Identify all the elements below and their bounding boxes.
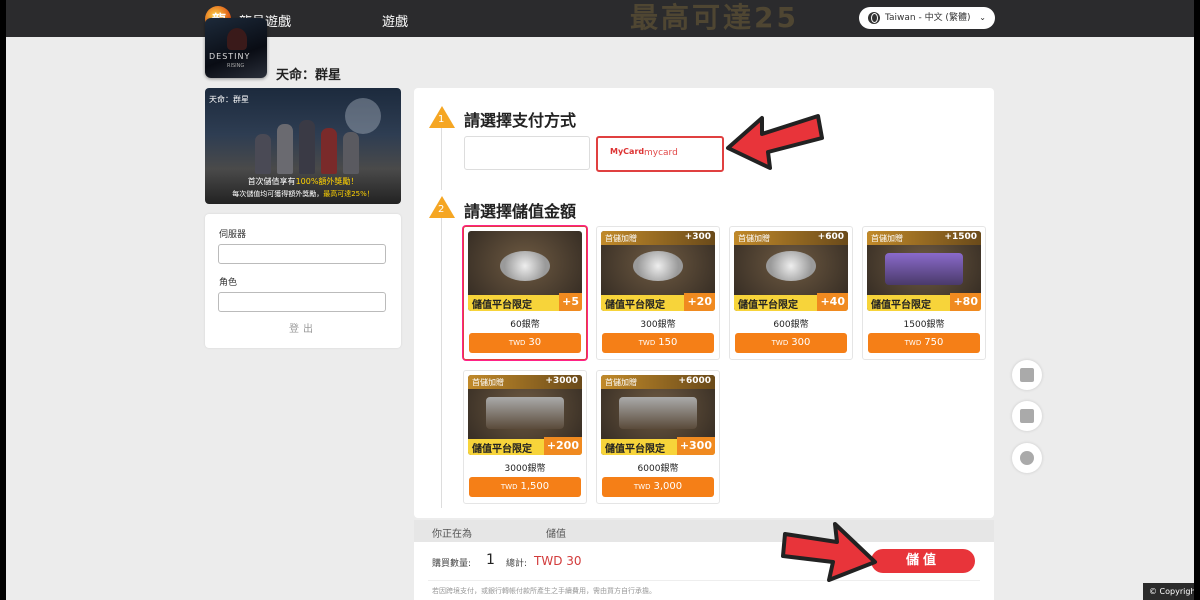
pointer-arrow-icon <box>726 114 824 170</box>
package-name: 60銀幣 <box>510 320 540 330</box>
package-name: 300銀幣 <box>640 320 676 330</box>
package-image: 首儲加贈 +3000 儲值平台限定 +200 <box>468 375 582 455</box>
pointer-arrow-icon <box>781 522 877 582</box>
purchase-panel: 1 請選擇支付方式 MyCard mycard 2 請選擇儲值金額 儲值平台限定… <box>414 88 994 518</box>
banner-line-1: 首次儲值享有100%額外獎勵！ <box>247 177 359 186</box>
banner-line-2: 每次儲值均可獲得額外獎勵，最高可達25%！ <box>232 190 374 198</box>
page: 最高可達25 龍 龍邑遊戲 遊戲 Taiwan - 中文 (繁體) ⌄ DEST… <box>6 0 1194 600</box>
game-icon: DESTINY RISING <box>205 18 267 78</box>
logout-button[interactable]: 登出 <box>205 320 401 335</box>
package-price-button[interactable]: TWD 1,500 <box>469 477 581 497</box>
package-image: 首儲加贈 +1500 儲值平台限定 +80 <box>867 231 981 311</box>
top-navigation-bar: 最高可達25 龍 龍邑遊戲 遊戲 Taiwan - 中文 (繁體) ⌄ <box>6 0 1194 37</box>
platform-bonus-strip: 儲值平台限定 +5 <box>468 293 582 311</box>
banner-background-text: 最高可達25 <box>630 1 799 34</box>
submit-button[interactable]: 儲值 <box>871 549 975 573</box>
total-label: 總計: <box>506 559 528 569</box>
package-image: 首儲加贈 +600 儲值平台限定 +40 <box>734 231 848 311</box>
package-name: 600銀幣 <box>773 320 809 330</box>
step-1-icon: 1 <box>429 106 455 128</box>
server-label: 伺服器 <box>219 230 247 240</box>
globe-icon <box>868 12 880 24</box>
package-card[interactable]: 首儲加贈 +3000 儲值平台限定 +200 3000銀幣 TWD 1,500 <box>463 370 587 504</box>
total-value: TWD 30 <box>534 554 582 568</box>
summary-action-label: 儲值 <box>546 529 566 540</box>
platform-bonus-strip: 儲值平台限定 +80 <box>867 293 981 311</box>
promo-banner: 天命：群星 首次儲值享有100%額外獎勵！ 每次儲值均可獲得額外獎勵，最高可達2… <box>205 88 401 204</box>
chevron-down-icon: ⌄ <box>979 13 986 22</box>
first-bonus-badge: 首儲加贈 +3000 <box>468 375 582 389</box>
package-name: 6000銀幣 <box>637 464 679 474</box>
step-1-title: 請選擇支付方式 <box>464 111 577 130</box>
step-2-title: 請選擇儲值金額 <box>464 202 577 221</box>
package-image: 儲值平台限定 +5 <box>468 231 582 311</box>
game-icon-title: DESTINY <box>209 52 251 61</box>
platform-bonus-strip: 儲值平台限定 +300 <box>601 437 715 455</box>
package-card[interactable]: 儲值平台限定 +5 60銀幣 TWD 30 <box>463 226 587 360</box>
language-label: Taiwan - 中文 (繁體) <box>885 13 971 23</box>
role-label: 角色 <box>219 278 238 288</box>
package-card[interactable]: 首儲加贈 +600 儲值平台限定 +40 600銀幣 TWD 300 <box>729 226 853 360</box>
mycard-label: mycard <box>644 148 678 158</box>
package-image: 首儲加贈 +300 儲值平台限定 +20 <box>601 231 715 311</box>
step-2-icon: 2 <box>429 196 455 218</box>
summary-header: 你正在為 儲值 <box>414 520 994 542</box>
package-price-button[interactable]: TWD 750 <box>868 333 980 353</box>
package-name: 3000銀幣 <box>504 464 546 474</box>
game-icon-subtitle: RISING <box>227 63 245 69</box>
package-card[interactable]: 首儲加贈 +300 儲值平台限定 +20 300銀幣 TWD 150 <box>596 226 720 360</box>
package-price-button[interactable]: TWD 30 <box>469 333 581 353</box>
package-card[interactable]: 首儲加贈 +6000 儲值平台限定 +300 6000銀幣 TWD 3,000 <box>596 370 720 504</box>
package-card[interactable]: 首儲加贈 +1500 儲值平台限定 +80 1500銀幣 TWD 750 <box>862 226 986 360</box>
language-selector[interactable]: Taiwan - 中文 (繁體) ⌄ <box>859 7 995 29</box>
mycard-logo-icon: MyCard <box>610 147 645 156</box>
quantity-label: 購買數量: <box>432 559 472 569</box>
first-bonus-badge: 首儲加贈 +300 <box>601 231 715 245</box>
summary-for-label: 你正在為 <box>432 529 472 540</box>
first-bonus-badge: 首儲加贈 +6000 <box>601 375 715 389</box>
quantity-value: 1 <box>486 552 495 568</box>
support-icon[interactable] <box>1012 360 1042 390</box>
platform-bonus-strip: 儲值平台限定 +40 <box>734 293 848 311</box>
account-icon[interactable] <box>1012 443 1042 473</box>
banner-characters-image <box>245 118 375 174</box>
first-bonus-badge: 首儲加贈 +1500 <box>867 231 981 245</box>
platform-bonus-strip: 儲值平台限定 +20 <box>601 293 715 311</box>
payment-option-mycard[interactable]: MyCard mycard <box>596 136 724 172</box>
package-price-button[interactable]: TWD 300 <box>735 333 847 353</box>
role-field[interactable] <box>218 292 386 312</box>
game-title: 天命：群星 <box>276 68 342 83</box>
bookmark-icon[interactable] <box>1012 401 1042 431</box>
package-image: 首儲加贈 +6000 儲值平台限定 +300 <box>601 375 715 455</box>
nav-games-link[interactable]: 遊戲 <box>382 11 408 30</box>
first-bonus-badge: 首儲加贈 +600 <box>734 231 848 245</box>
account-form: 伺服器 角色 登出 <box>205 214 401 348</box>
package-name: 1500銀幣 <box>903 320 945 330</box>
server-field[interactable] <box>218 244 386 264</box>
payment-option-empty[interactable] <box>464 136 590 170</box>
fee-note: 若因跨境支付，或銀行轉帳付款所產生之手續費用，需由買方自行承擔。 <box>432 587 656 595</box>
package-price-button[interactable]: TWD 150 <box>602 333 714 353</box>
package-price-button[interactable]: TWD 3,000 <box>602 477 714 497</box>
platform-bonus-strip: 儲值平台限定 +200 <box>468 437 582 455</box>
copyright-label: © Copyright <box>1143 583 1194 600</box>
banner-game-title: 天命：群星 <box>209 95 249 104</box>
